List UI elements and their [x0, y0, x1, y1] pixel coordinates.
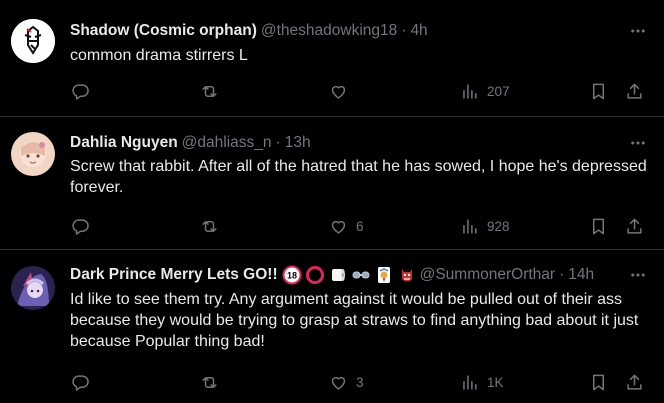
red-circle-icon [305, 266, 324, 284]
bookmark-icon [592, 83, 605, 99]
tweet-text: Id like to see them try. Any argument ag… [70, 291, 639, 350]
no-under-18-icon: 18 [282, 265, 302, 285]
share-button[interactable] [625, 81, 644, 101]
tweet-header: Shadow (Cosmic orphan) @theshadowking18 … [70, 21, 656, 41]
reply-button[interactable] [71, 372, 98, 392]
bookmark-icon [592, 374, 605, 390]
user-handle[interactable]: @theshadowking18 [261, 22, 397, 40]
timestamp[interactable]: 4h [410, 22, 427, 40]
like-button[interactable]: 3 [329, 372, 364, 392]
tweet[interactable]: Dahlia Nguyen @dahliass_n · 13h Screw th… [0, 117, 664, 250]
retweet-icon [202, 85, 217, 97]
timestamp[interactable]: 14h [568, 266, 594, 284]
views-count: 928 [487, 218, 510, 234]
separator-dot: · [275, 134, 281, 151]
joker-card-icon [377, 267, 390, 283]
reply-icon [72, 218, 89, 235]
user-handle[interactable]: @SummonerOrthar [420, 266, 555, 284]
display-name[interactable]: Dark Prince Merry Lets GO!! [70, 266, 278, 284]
share-icon [627, 83, 642, 99]
goggles-icon [352, 271, 370, 279]
share-icon [627, 218, 642, 234]
avatar[interactable] [11, 19, 55, 63]
avatar-image [11, 132, 55, 176]
bookmark-button[interactable] [589, 372, 608, 392]
views-button[interactable]: 207 [460, 81, 510, 101]
views-icon [463, 83, 477, 99]
heart-icon [331, 376, 346, 390]
avatar-image [11, 266, 55, 310]
retweet-button[interactable] [200, 372, 227, 392]
tweet[interactable]: Dark Prince Merry Lets GO!! 18 @Summoner… [0, 250, 664, 403]
svg-text:18: 18 [287, 271, 297, 281]
views-icon [463, 374, 477, 390]
avatar[interactable] [11, 266, 55, 310]
name-emojis: 18 [282, 265, 420, 285]
more-icon[interactable] [628, 21, 648, 41]
tweet-text: Screw that rabbit. After all of the hatr… [70, 158, 647, 196]
share-button[interactable] [625, 216, 644, 236]
display-name[interactable]: Shadow (Cosmic orphan) [70, 22, 257, 40]
retweet-icon [202, 376, 217, 388]
toilet-paper-icon [331, 269, 345, 281]
reply-icon [72, 83, 89, 100]
ogre-mask-icon [401, 269, 412, 282]
reply-button[interactable] [71, 81, 98, 101]
bookmark-icon [592, 218, 605, 234]
like-button[interactable]: 6 [329, 216, 364, 236]
heart-icon [331, 85, 346, 99]
more-icon[interactable] [628, 265, 648, 285]
like-button[interactable] [329, 81, 356, 101]
like-count: 3 [356, 374, 364, 390]
views-count: 207 [487, 83, 510, 99]
retweet-button[interactable] [200, 216, 227, 236]
share-icon [627, 374, 642, 390]
avatar[interactable] [11, 132, 55, 176]
timestamp[interactable]: 13h [285, 134, 311, 152]
reply-icon [72, 374, 89, 391]
bookmark-button[interactable] [589, 216, 608, 236]
views-icon [463, 218, 477, 234]
bookmark-button[interactable] [589, 81, 608, 101]
user-handle[interactable]: @dahliass_n [182, 134, 272, 152]
retweet-icon [202, 220, 217, 232]
like-count: 6 [356, 218, 364, 234]
display-name[interactable]: Dahlia Nguyen [70, 134, 178, 152]
tweet-header: Dark Prince Merry Lets GO!! 18 @Summoner… [70, 265, 656, 285]
separator-dot: · [559, 266, 565, 283]
reply-button[interactable] [71, 216, 98, 236]
retweet-button[interactable] [200, 81, 227, 101]
heart-icon [331, 220, 346, 234]
share-button[interactable] [625, 372, 644, 392]
tweet[interactable]: Shadow (Cosmic orphan) @theshadowking18 … [0, 0, 664, 117]
more-icon[interactable] [628, 133, 648, 153]
views-button[interactable]: 1K [460, 372, 504, 392]
views-button[interactable]: 928 [460, 216, 510, 236]
avatar-image [11, 19, 55, 63]
tweet-text: common drama stirrers L [70, 47, 248, 64]
views-count: 1K [487, 374, 504, 390]
separator-dot: · [401, 22, 407, 39]
tweet-header: Dahlia Nguyen @dahliass_n · 13h [70, 133, 656, 153]
